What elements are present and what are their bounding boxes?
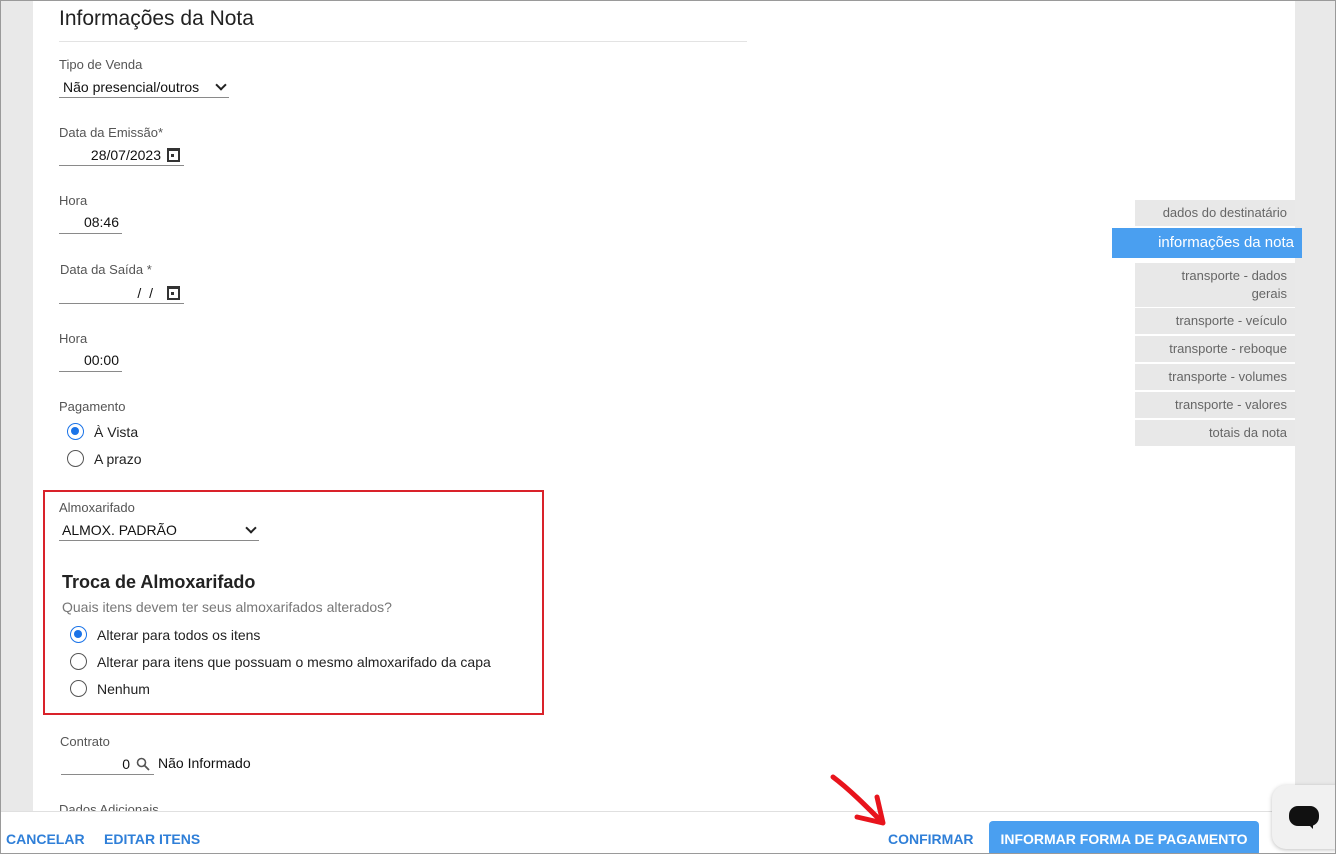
radio-checked[interactable] (67, 423, 84, 440)
data-saida-label: Data da Saída * (60, 262, 152, 277)
cancel-button[interactable]: CANCELAR (6, 831, 85, 847)
tipo-venda-select[interactable]: Não presencial/outros (59, 77, 229, 98)
annotation-arrow-icon (830, 774, 886, 826)
hora-saida-field[interactable]: 00:00 (59, 352, 122, 372)
radio-checked[interactable] (70, 626, 87, 643)
sidebar-item-dados-destinatario[interactable]: dados do destinatário (1135, 200, 1295, 226)
pagamento-option-avista[interactable]: À Vista (67, 423, 138, 440)
pagamento-option-aprazo[interactable]: A prazo (67, 450, 141, 467)
contrato-label: Contrato (60, 734, 110, 749)
tipo-venda-label: Tipo de Venda (59, 57, 143, 72)
sidebar-item-transporte-reboque[interactable]: transporte - reboque (1135, 336, 1295, 362)
page-title: Informações da Nota (59, 7, 254, 30)
search-icon[interactable] (136, 757, 150, 771)
contrato-status: Não Informado (158, 755, 251, 771)
troca-question: Quais itens devem ter seus almoxarifados… (62, 599, 392, 615)
tipo-venda-value: Não presencial/outros (63, 79, 200, 95)
hora-saida-label: Hora (59, 331, 88, 346)
sidebar-item-transporte-dados-gerais[interactable]: transporte - dados gerais (1135, 263, 1295, 307)
radio-label: À Vista (94, 423, 139, 440)
radio-label: Alterar para todos os itens (97, 626, 261, 643)
chevron-down-icon (215, 79, 227, 91)
troca-option-todos[interactable]: Alterar para todos os itens (70, 626, 260, 643)
almoxarifado-select[interactable]: ALMOX. PADRÃO (59, 520, 259, 541)
sidebar-item-transporte-valores[interactable]: transporte - valores (1135, 392, 1295, 418)
chevron-down-icon (245, 522, 257, 534)
hora-emissao-label: Hora (59, 193, 88, 208)
sidebar-item-informacoes-nota[interactable]: informações da nota (1112, 228, 1302, 258)
data-saida-value: / / (133, 285, 153, 301)
app-window: Informações da Nota Tipo de Venda Não pr… (0, 0, 1336, 854)
radio-label: Nenhum (97, 680, 150, 697)
pagamento-label: Pagamento (59, 399, 126, 414)
hora-emissao-field[interactable]: 08:46 (59, 214, 122, 234)
radio-unchecked[interactable] (67, 450, 84, 467)
title-divider (59, 41, 747, 42)
data-saida-field[interactable]: / / (59, 283, 184, 304)
dados-adicionais-label: Dados Adicionais (59, 803, 159, 811)
sidebar-item-transporte-volumes[interactable]: transporte - volumes (1135, 364, 1295, 390)
calendar-icon[interactable] (167, 286, 180, 300)
chat-icon (1289, 806, 1319, 826)
main-content: Informações da Nota Tipo de Venda Não pr… (33, 1, 1302, 853)
data-emissao-value: 28/07/2023 (90, 147, 161, 163)
troca-option-mesmo-almox[interactable]: Alterar para itens que possuam o mesmo a… (70, 653, 491, 670)
radio-unchecked[interactable] (70, 653, 87, 670)
calendar-icon[interactable] (167, 148, 180, 162)
sidebar-item-totais-nota[interactable]: totais da nota (1135, 420, 1295, 446)
radio-label: A prazo (94, 450, 142, 467)
troca-option-nenhum[interactable]: Nenhum (70, 680, 150, 697)
data-emissao-label: Data da Emissão* (59, 125, 164, 140)
contrato-value: 0 (122, 756, 130, 772)
almoxarifado-value: ALMOX. PADRÃO (62, 522, 177, 538)
edit-items-button[interactable]: EDITAR ITENS (104, 831, 200, 847)
chat-icon-tail (1305, 821, 1313, 829)
data-emissao-field[interactable]: 28/07/2023 (59, 145, 184, 166)
radio-label: Alterar para itens que possuam o mesmo a… (97, 653, 491, 670)
troca-title: Troca de Almoxarifado (62, 572, 256, 592)
inform-payment-button[interactable]: INFORMAR FORMA DE PAGAMENTO (989, 821, 1259, 853)
contrato-field[interactable]: 0 (61, 754, 154, 775)
sidebar-item-transporte-veiculo[interactable]: transporte - veículo (1135, 308, 1295, 334)
radio-unchecked[interactable] (70, 680, 87, 697)
chat-button[interactable] (1272, 785, 1335, 849)
confirm-button[interactable]: CONFIRMAR (888, 831, 974, 847)
bottom-action-bar: CANCELAR EDITAR ITENS CONFIRMAR INFORMAR… (1, 811, 1335, 853)
almoxarifado-label: Almoxarifado (59, 500, 135, 515)
